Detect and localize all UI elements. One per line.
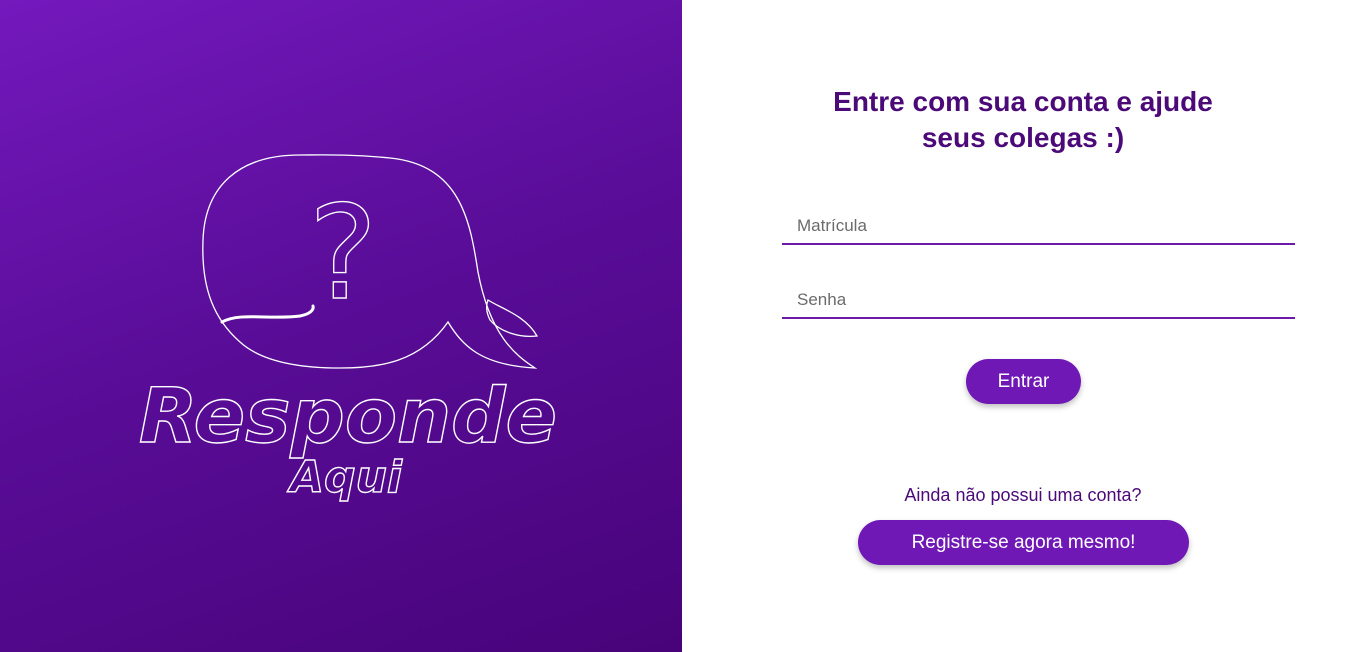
senha-input[interactable]: [782, 283, 1295, 317]
question-mark-icon: ?: [309, 177, 378, 329]
whale-logo: ? Responde Aqui: [138, 154, 558, 504]
matricula-input[interactable]: [782, 209, 1295, 243]
logo-subtitle: Aqui: [287, 452, 403, 503]
logo-title: Responde: [139, 371, 557, 460]
senha-field-wrapper: [782, 283, 1295, 319]
brand-panel: ? Responde Aqui: [0, 0, 682, 652]
entrar-button[interactable]: Entrar: [966, 359, 1081, 404]
login-heading: Entre com sua conta e ajude seus colegas…: [682, 84, 1364, 156]
login-panel: Entre com sua conta e ajude seus colegas…: [682, 0, 1364, 652]
no-account-text: Ainda não possui uma conta?: [904, 485, 1142, 505]
login-heading-line1: Entre com sua conta e ajude: [833, 86, 1213, 117]
whale-mouth: [220, 304, 315, 324]
login-heading-line2: seus colegas :): [921, 122, 1125, 153]
matricula-field-wrapper: [782, 209, 1295, 245]
whale-fin: [486, 299, 539, 338]
login-page: ? Responde Aqui Entre com sua conta e aj…: [0, 0, 1364, 652]
register-button[interactable]: Registre-se agora mesmo!: [858, 520, 1189, 565]
